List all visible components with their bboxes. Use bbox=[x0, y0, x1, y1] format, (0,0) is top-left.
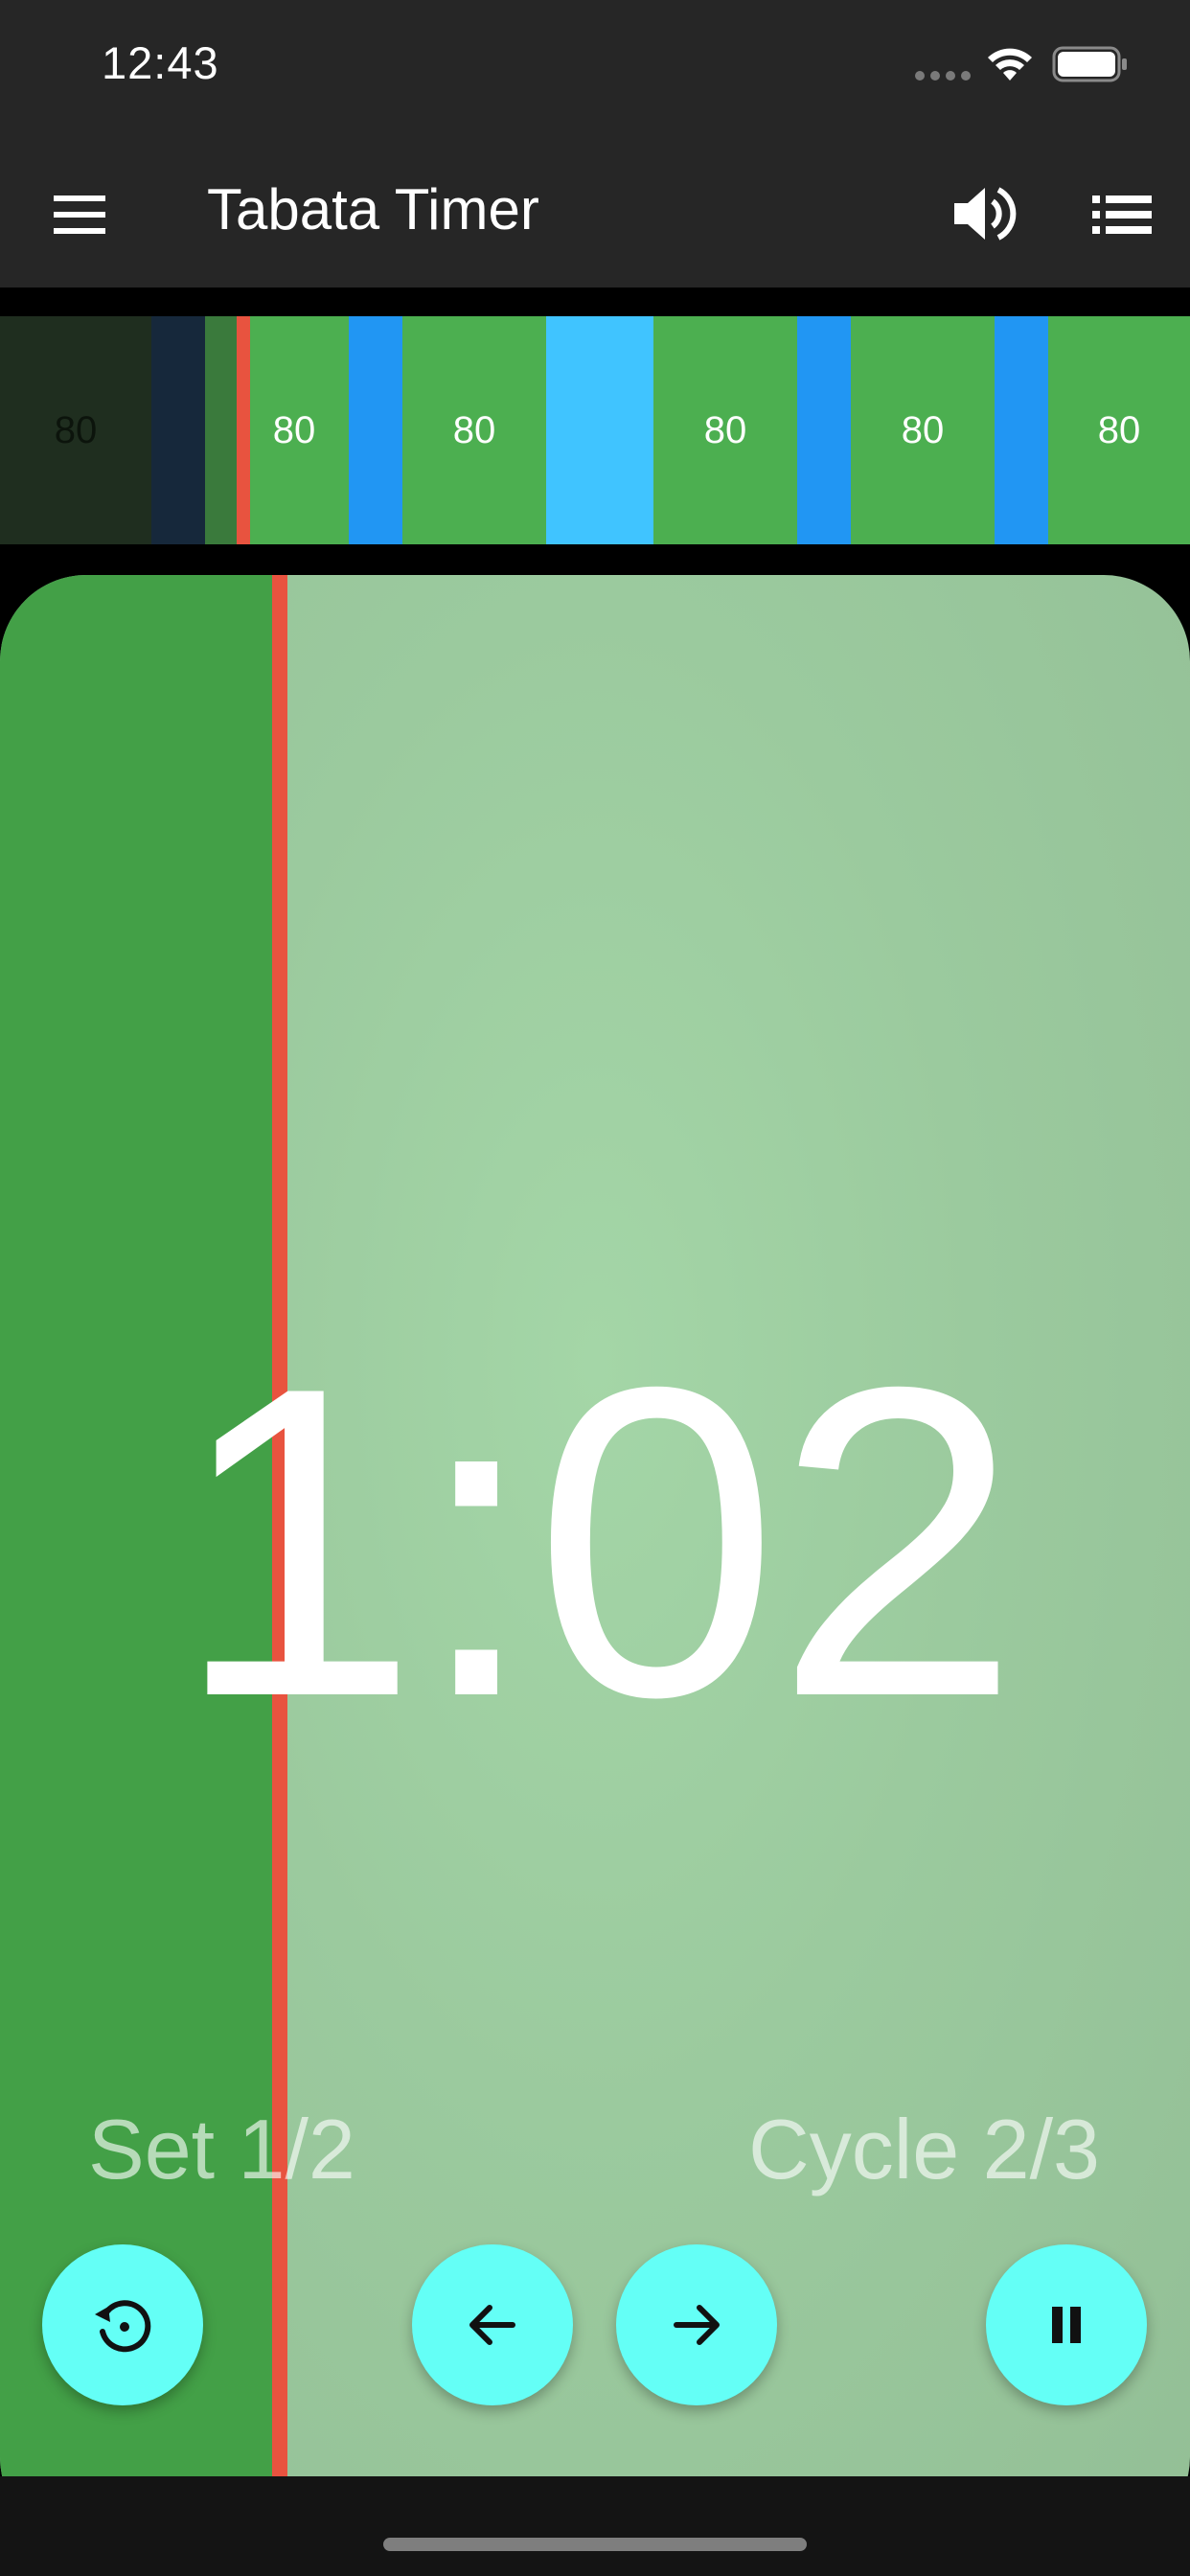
status-bar: 12:43 bbox=[0, 0, 1190, 142]
pause-button[interactable] bbox=[986, 2244, 1147, 2405]
timeline-segment[interactable] bbox=[205, 316, 240, 544]
segment-label: 80 bbox=[901, 408, 945, 451]
segment-label: 80 bbox=[272, 408, 316, 451]
timeline-segment[interactable] bbox=[546, 316, 653, 544]
timeline-segment[interactable] bbox=[151, 316, 205, 544]
arrow-right-icon bbox=[674, 2305, 720, 2345]
timeline-strip[interactable]: 80 80 80 80 80 80 bbox=[0, 316, 1190, 544]
battery-icon bbox=[1052, 46, 1127, 82]
arrow-left-icon bbox=[469, 2305, 515, 2345]
timeline-segment[interactable] bbox=[995, 316, 1048, 544]
timeline-segment[interactable]: 80 bbox=[653, 316, 797, 544]
timeline-segment[interactable]: 80 bbox=[1048, 316, 1190, 544]
reset-icon bbox=[95, 2300, 151, 2353]
pause-icon bbox=[1052, 2307, 1081, 2343]
reset-button[interactable] bbox=[42, 2244, 203, 2405]
previous-interval-button[interactable] bbox=[412, 2244, 573, 2405]
timeline-segment[interactable]: 80 bbox=[0, 316, 151, 544]
segment-label: 80 bbox=[703, 408, 747, 451]
app-title: Tabata Timer bbox=[207, 177, 539, 242]
timer-card: 1:02 Set 1/2 Cycle 2/3 bbox=[0, 575, 1190, 2543]
cycle-label: Cycle 2/3 bbox=[748, 2102, 1100, 2196]
timeline-segment[interactable]: 80 bbox=[851, 316, 995, 544]
status-time: 12:43 bbox=[102, 37, 219, 88]
list-icon[interactable] bbox=[1090, 186, 1154, 243]
segment-label: 80 bbox=[1097, 408, 1141, 451]
timeline-position-marker bbox=[237, 316, 250, 544]
timer-display: 1:02 bbox=[173, 1297, 1019, 1788]
set-label: Set 1/2 bbox=[88, 2102, 355, 2196]
segment-label: 80 bbox=[452, 408, 496, 451]
timeline-segment[interactable] bbox=[349, 316, 402, 544]
menu-icon[interactable] bbox=[50, 186, 111, 243]
timeline-segment[interactable]: 80 bbox=[240, 316, 349, 544]
timeline-segment[interactable] bbox=[797, 316, 851, 544]
next-interval-button[interactable] bbox=[616, 2244, 777, 2405]
segment-label: 80 bbox=[54, 408, 98, 451]
home-indicator[interactable] bbox=[383, 2538, 807, 2551]
volume-icon[interactable] bbox=[949, 178, 1019, 249]
app-bar: Tabata Timer bbox=[0, 142, 1190, 288]
bottom-bar bbox=[0, 2476, 1190, 2576]
wifi-icon bbox=[988, 48, 1032, 80]
cellular-signal-icon bbox=[915, 71, 971, 80]
timeline-segment[interactable]: 80 bbox=[402, 316, 546, 544]
